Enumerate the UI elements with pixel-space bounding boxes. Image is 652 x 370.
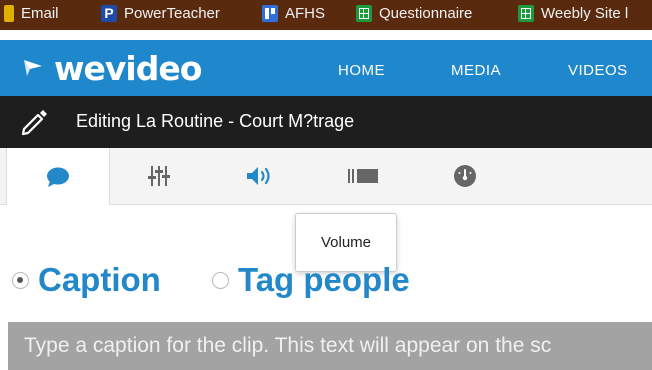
- play-logo-icon: [24, 60, 42, 76]
- mixer-sliders-icon: [148, 166, 170, 186]
- logo-text: wevideo: [54, 48, 202, 88]
- editing-bar: Editing La Routine - Court M?trage: [0, 96, 652, 148]
- tab-clip[interactable]: [312, 148, 414, 204]
- editing-title: Editing La Routine - Court M?trage: [76, 111, 355, 131]
- mail-icon: [4, 4, 14, 22]
- bookmark-label: PowerTeacher: [124, 4, 220, 22]
- speech-bubble-icon: [47, 167, 69, 187]
- app-header: wevideo HOME MEDIA VIDEOS: [0, 40, 652, 96]
- tab-speed[interactable]: [414, 148, 516, 204]
- caption-input[interactable]: [8, 322, 652, 370]
- tab-caption[interactable]: [6, 148, 110, 205]
- bookmark-label: Weebly Site l: [541, 4, 629, 22]
- bookmark-label: Email: [21, 4, 59, 22]
- caption-option[interactable]: Caption: [12, 258, 161, 302]
- bookmarks-bar: Email P PowerTeacher AFHS Questionnaire …: [0, 0, 652, 30]
- nav-home[interactable]: HOME: [338, 62, 385, 79]
- caption-radio[interactable]: [12, 271, 29, 289]
- tag-people-option-label: Tag people: [238, 261, 410, 298]
- powerteacher-icon: P: [101, 4, 117, 22]
- bookmark-questionnaire[interactable]: Questionnaire: [356, 3, 472, 23]
- tab-volume[interactable]: [210, 148, 312, 204]
- wevideo-logo[interactable]: wevideo: [22, 48, 202, 88]
- sheets-icon: [518, 4, 534, 22]
- bookmark-label: Questionnaire: [379, 4, 473, 22]
- nav-media[interactable]: MEDIA: [451, 62, 501, 79]
- bookmark-email[interactable]: Email: [4, 3, 59, 23]
- film-clip-icon: [348, 169, 378, 183]
- bookmark-afhs[interactable]: AFHS: [262, 3, 325, 23]
- editor-tabs: [0, 148, 652, 205]
- board-icon: [262, 4, 278, 22]
- bookmark-powerteacher[interactable]: P PowerTeacher: [101, 3, 220, 23]
- tag-people-radio[interactable]: [212, 271, 229, 289]
- sheets-icon: [356, 4, 372, 22]
- tag-people-option[interactable]: Tag people: [212, 258, 410, 302]
- caption-option-label: Caption: [38, 261, 161, 298]
- tooltip-text: Volume: [320, 234, 372, 251]
- bookmark-weebly[interactable]: Weebly Site l: [518, 3, 628, 23]
- pencil-icon[interactable]: [18, 107, 48, 137]
- nav-videos[interactable]: VIDEOS: [568, 62, 628, 79]
- bookmark-label: AFHS: [285, 4, 326, 22]
- tab-mixer[interactable]: [108, 148, 210, 204]
- speedometer-icon: [454, 165, 476, 187]
- speaker-volume-icon: [247, 167, 270, 185]
